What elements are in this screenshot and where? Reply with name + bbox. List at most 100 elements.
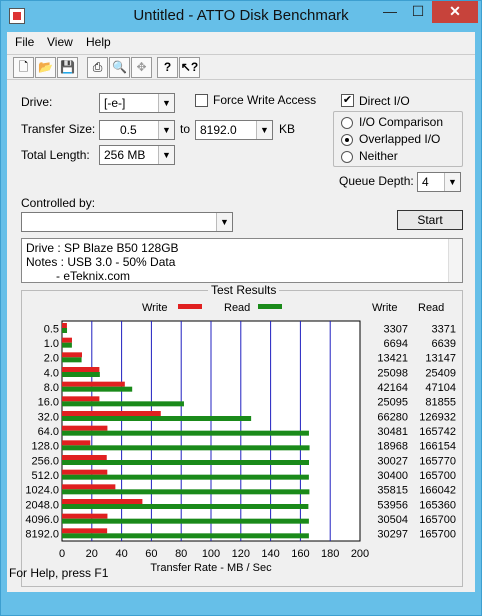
context-help-icon[interactable]: ↖? [179, 57, 200, 78]
write-bar [62, 499, 143, 504]
neither-label: Neither [359, 149, 398, 163]
notes-box[interactable]: Drive : SP Blaze B50 128GB Notes : USB 3… [21, 238, 463, 283]
direct-io-checkbox[interactable]: ✔ [341, 94, 354, 107]
table-header-read: Read [418, 302, 444, 314]
notes-scrollbar[interactable] [448, 239, 462, 282]
read-value: 165700 [419, 470, 456, 482]
read-value: 165700 [419, 514, 456, 526]
io-comparison-label: I/O Comparison [359, 115, 444, 129]
write-value: 66280 [377, 411, 408, 423]
read-bar [62, 430, 309, 436]
write-bar [62, 513, 108, 519]
status-text: For Help, press F1 [9, 566, 109, 580]
write-value: 35815 [377, 485, 408, 497]
read-value: 165770 [419, 455, 456, 467]
y-tick-label: 1024.0 [25, 485, 59, 497]
help-icon[interactable]: ? [157, 57, 178, 78]
write-value: 30027 [377, 455, 408, 467]
kb-label: KB [279, 122, 296, 136]
read-bar [62, 328, 68, 333]
read-bar [62, 416, 252, 421]
minimize-button[interactable]: — [376, 1, 404, 23]
app-window: Untitled - ATTO Disk Benchmark — ☐ ✕ Fil… [0, 0, 482, 616]
read-value: 47104 [425, 382, 456, 394]
chevron-down-icon[interactable]: ▼ [444, 173, 460, 191]
y-tick-label: 0.5 [44, 323, 59, 335]
x-tick-label: 160 [291, 548, 309, 560]
read-value: 165742 [419, 426, 456, 438]
write-bar [62, 425, 108, 431]
transfer-from-value: 0.5 [120, 123, 137, 137]
read-bar [62, 533, 309, 539]
chevron-down-icon[interactable]: ▼ [158, 94, 174, 112]
print-preview-icon[interactable]: 🔍 [109, 57, 130, 78]
write-bar [62, 455, 107, 460]
print-icon[interactable]: ⎙ [87, 57, 108, 78]
transfer-to-select[interactable]: 8192.0 ▼ [195, 120, 273, 140]
notes-line: Drive : SP Blaze B50 128GB [26, 241, 179, 255]
start-button[interactable]: Start [397, 210, 463, 230]
chevron-down-icon[interactable]: ▼ [216, 213, 232, 231]
x-tick-label: 100 [202, 548, 220, 560]
queue-depth-value: 4 [422, 175, 429, 189]
y-tick-label: 1.0 [44, 338, 59, 350]
save-icon[interactable]: 💾 [57, 57, 78, 78]
status-bar: For Help, press F1 [1, 563, 481, 615]
table-header-write: Write [372, 302, 397, 314]
read-bar [62, 386, 133, 392]
menu-file[interactable]: File [15, 35, 34, 49]
chevron-down-icon[interactable]: ▼ [256, 121, 272, 139]
write-value: 25095 [377, 397, 408, 409]
y-tick-label: 16.0 [38, 397, 59, 409]
y-tick-label: 64.0 [38, 426, 59, 438]
open-icon[interactable]: 📂 [35, 57, 56, 78]
chevron-down-icon[interactable]: ▼ [158, 121, 174, 139]
drive-select[interactable]: [-e-] ▼ [99, 93, 175, 113]
overlapped-io-radio[interactable] [341, 134, 353, 146]
y-tick-label: 8192.0 [25, 529, 59, 541]
maximize-button[interactable]: ☐ [404, 1, 432, 23]
read-bar [62, 372, 100, 377]
move-icon[interactable]: ✥ [131, 57, 152, 78]
read-bar [62, 357, 82, 363]
chevron-down-icon[interactable]: ▼ [158, 146, 174, 164]
transfer-size-label: Transfer Size: [21, 122, 96, 136]
y-tick-label: 128.0 [31, 441, 59, 453]
transfer-to-value: 8192.0 [200, 123, 237, 137]
menu-view[interactable]: View [47, 35, 73, 49]
write-bar [62, 528, 108, 534]
force-write-checkbox[interactable] [195, 94, 208, 107]
write-bar [62, 352, 82, 358]
read-bar [62, 504, 309, 509]
notes-line: Notes : USB 3.0 - 50% Data [26, 255, 176, 269]
results-chart: 0 20 40 60 80 100 120 140 160 180 200Transfer Rate… [25, 302, 456, 574]
write-bar [62, 381, 125, 387]
y-tick-label: 2048.0 [25, 499, 59, 511]
write-value: 53956 [377, 499, 408, 511]
queue-depth-select[interactable]: 4 ▼ [417, 172, 461, 192]
menu-bar: File View Help [7, 32, 475, 52]
title-bar[interactable]: Untitled - ATTO Disk Benchmark — ☐ ✕ [1, 1, 481, 31]
controlled-by-select[interactable]: ▼ [21, 212, 233, 232]
new-icon[interactable]: 🗋 [13, 57, 34, 78]
transfer-from-select[interactable]: 0.5 ▼ [99, 120, 175, 140]
write-value: 30481 [377, 426, 408, 438]
x-tick-label: 60 [145, 548, 157, 560]
x-tick-label: 80 [175, 548, 187, 560]
read-value: 165700 [419, 529, 456, 541]
x-tick-label: 180 [321, 548, 339, 560]
io-comparison-radio[interactable] [341, 117, 353, 129]
y-tick-label: 4.0 [44, 367, 59, 379]
legend-write-label: Write [142, 302, 167, 314]
total-length-select[interactable]: 256 MB ▼ [99, 145, 175, 165]
read-bar [62, 474, 309, 480]
neither-radio[interactable] [341, 151, 353, 163]
menu-help[interactable]: Help [86, 35, 111, 49]
x-tick-label: 20 [86, 548, 98, 560]
legend-read-swatch [258, 304, 282, 309]
read-bar [62, 489, 310, 495]
y-tick-label: 32.0 [38, 411, 59, 423]
read-bar [62, 460, 309, 465]
close-button[interactable]: ✕ [432, 1, 478, 23]
write-value: 6694 [384, 338, 408, 350]
